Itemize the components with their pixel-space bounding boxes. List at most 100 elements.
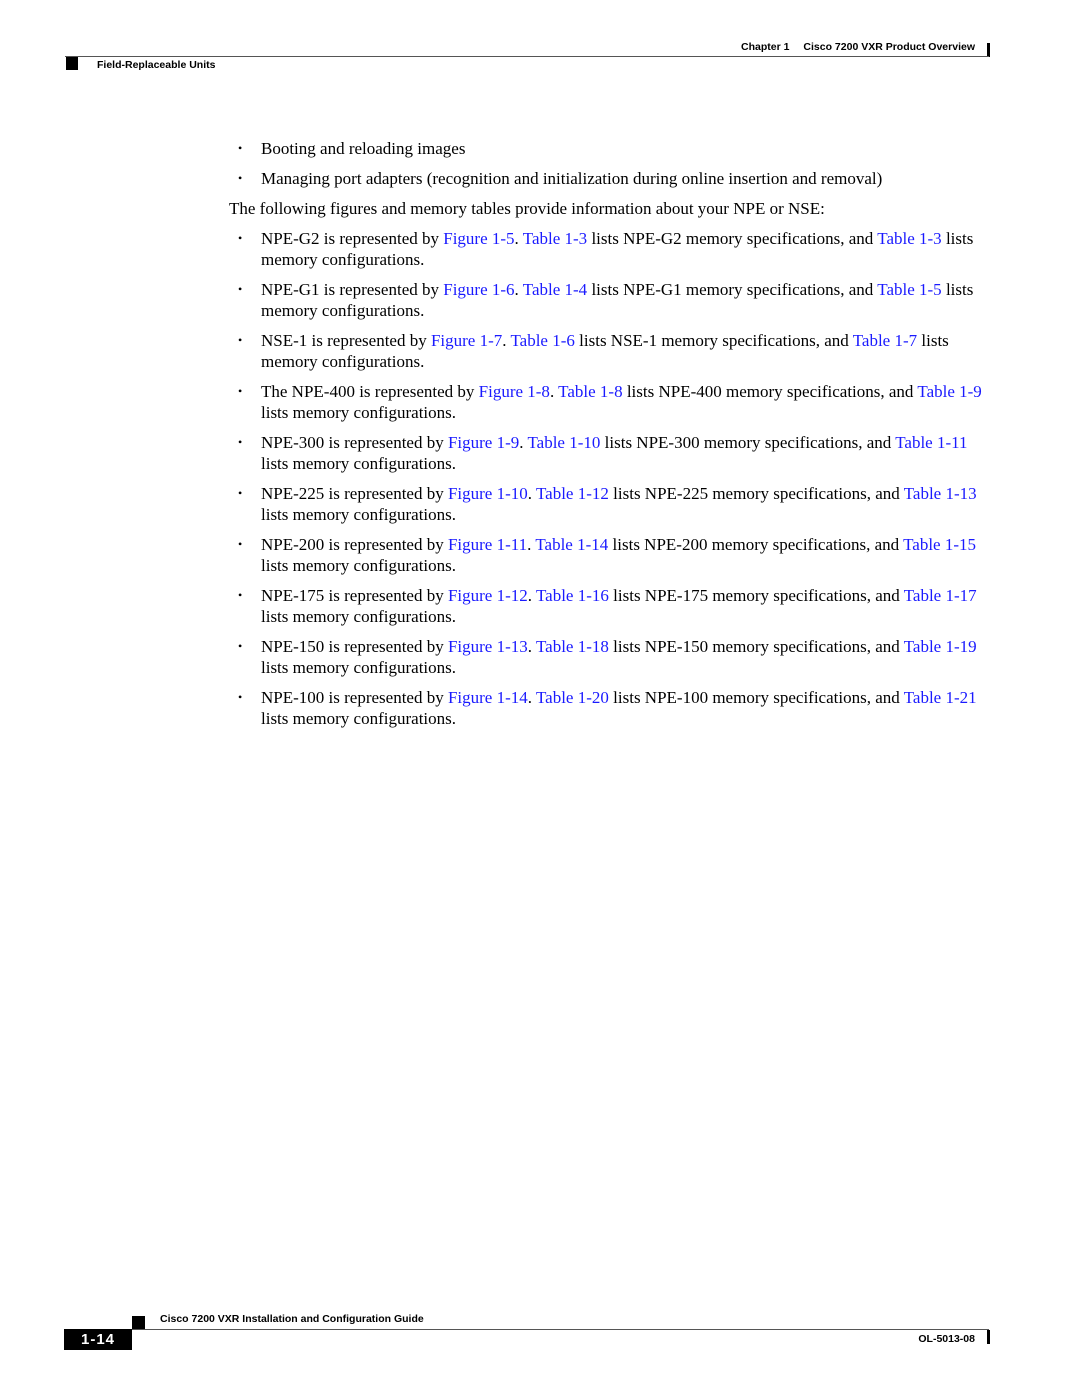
processor-list-item: • NPE-225 is represented by Figure 1-10. … [229, 483, 999, 525]
bullet-icon: • [238, 384, 243, 398]
processor-list-item: • NPE-G2 is represented by Figure 1-5. Ta… [229, 228, 999, 270]
spec-table-link[interactable]: Table 1-4 [523, 280, 587, 299]
item-text: . [527, 637, 536, 656]
figure-link[interactable]: Figure 1-11 [448, 535, 527, 554]
figure-link[interactable]: Figure 1-9 [448, 433, 519, 452]
chapter-label: Chapter 1 [740, 41, 790, 53]
figure-link[interactable]: Figure 1-5 [443, 229, 514, 248]
processor-list-item: • NPE-150 is represented by Figure 1-13. … [229, 636, 999, 678]
item-text: NPE-G1 is represented by [261, 280, 444, 299]
bullet-icon: • [238, 588, 243, 602]
processor-list-item: • NPE-300 is represented by Figure 1-9. T… [229, 432, 999, 474]
spec-table-link[interactable]: Table 1-14 [535, 535, 608, 554]
processor-list-item: • NSE-1 is represented by Figure 1-7. Tab… [229, 330, 999, 372]
figure-link[interactable]: Figure 1-6 [443, 280, 514, 299]
spec-table-link[interactable]: Table 1-6 [510, 331, 574, 350]
spec-table-link[interactable]: Table 1-16 [536, 586, 609, 605]
item-text: . [527, 688, 536, 707]
bullet-text: Managing port adapters (recognition and … [261, 169, 883, 188]
item-text: lists NPE-225 memory specifications, and [608, 484, 904, 503]
item-text: . [514, 280, 523, 299]
bullet-icon: • [238, 486, 243, 500]
processor-list-item: • NPE-100 is represented by Figure 1-14. … [229, 687, 999, 729]
item-text: NPE-300 is represented by [261, 433, 448, 452]
item-text: lists memory configurations. [261, 709, 457, 728]
processor-list-item: • NPE-200 is represented by Figure 1-11. … [229, 534, 999, 576]
figure-link[interactable]: Figure 1-13 [448, 637, 528, 656]
intro-bullet: • Managing port adapters (recognition an… [229, 168, 999, 189]
config-table-link[interactable]: Table 1-19 [904, 637, 977, 656]
footer-marker-square [132, 1316, 145, 1329]
spec-table-link[interactable]: Table 1-10 [527, 433, 600, 452]
figure-link[interactable]: Figure 1-8 [479, 382, 550, 401]
item-text: The NPE-400 is represented by [261, 382, 479, 401]
bullet-icon: • [238, 141, 243, 155]
processor-list-item: • The NPE-400 is represented by Figure 1-… [229, 381, 999, 423]
item-text: . [549, 382, 559, 401]
item-text: NPE-200 is represented by [261, 535, 448, 554]
chapter-title: Cisco 7200 VXR Product Overview [803, 41, 975, 53]
footer-marker-bar [987, 1330, 990, 1344]
bullet-icon: • [238, 537, 243, 551]
item-text: lists NPE-175 memory specifications, and [608, 586, 904, 605]
item-text: lists memory configurations. [261, 454, 457, 473]
item-text: lists NPE-400 memory specifications, and [622, 382, 918, 401]
bullet-icon: • [238, 171, 243, 185]
intro-bullet: • Booting and reloading images [229, 138, 999, 159]
config-table-link[interactable]: Table 1-5 [877, 280, 941, 299]
config-table-link[interactable]: Table 1-3 [877, 229, 941, 248]
item-text: lists NPE-100 memory specifications, and [608, 688, 904, 707]
figure-link[interactable]: Figure 1-7 [431, 331, 502, 350]
spec-table-link[interactable]: Table 1-20 [536, 688, 609, 707]
page-body: • Booting and reloading images • Managin… [229, 138, 999, 738]
config-table-link[interactable]: Table 1-13 [904, 484, 977, 503]
item-text: NPE-225 is represented by [261, 484, 448, 503]
figure-link[interactable]: Figure 1-14 [448, 688, 528, 707]
config-table-link[interactable]: Table 1-11 [895, 433, 967, 452]
config-table-link[interactable]: Table 1-15 [903, 535, 976, 554]
bullet-icon: • [238, 435, 243, 449]
guide-title: Cisco 7200 VXR Installation and Configur… [160, 1313, 424, 1325]
figure-link[interactable]: Figure 1-10 [448, 484, 528, 503]
item-text: lists memory configurations. [261, 403, 457, 422]
bullet-text: Booting and reloading images [261, 139, 466, 158]
item-text: lists NSE-1 memory specifications, and [574, 331, 853, 350]
processor-list-item: • NPE-175 is represented by Figure 1-12. … [229, 585, 999, 627]
item-text: lists memory configurations. [261, 505, 457, 524]
item-text: lists memory configurations. [261, 556, 457, 575]
item-text: lists NPE-G2 memory specifications, and [587, 229, 878, 248]
bullet-icon: • [238, 282, 243, 296]
config-table-link[interactable]: Table 1-21 [904, 688, 977, 707]
spec-table-link[interactable]: Table 1-12 [536, 484, 609, 503]
config-table-link[interactable]: Table 1-17 [904, 586, 977, 605]
header-rule [65, 56, 989, 57]
config-table-link[interactable]: Table 1-7 [853, 331, 917, 350]
item-text: lists NPE-300 memory specifications, and [600, 433, 896, 452]
spec-table-link[interactable]: Table 1-3 [523, 229, 587, 248]
bullet-icon: • [238, 333, 243, 347]
item-text: . [514, 229, 523, 248]
item-text: lists memory configurations. [261, 658, 457, 677]
running-header-chapter: Chapter 1 Cisco 7200 VXR Product Overview [741, 41, 975, 53]
header-marker-square [66, 57, 78, 70]
bullet-icon: • [238, 690, 243, 704]
figure-link[interactable]: Figure 1-12 [448, 586, 528, 605]
lead-paragraph: The following figures and memory tables … [229, 199, 825, 218]
processor-list-item: • NPE-G1 is represented by Figure 1-6. Ta… [229, 279, 999, 321]
item-text: lists NPE-G1 memory specifications, and [587, 280, 878, 299]
bullet-icon: • [238, 639, 243, 653]
config-table-link[interactable]: Table 1-9 [917, 382, 981, 401]
section-title: Field-Replaceable Units [97, 59, 216, 71]
item-text: NPE-175 is represented by [261, 586, 448, 605]
bullet-icon: • [238, 231, 243, 245]
item-text: NPE-G2 is represented by [261, 229, 444, 248]
header-marker-bar [987, 43, 990, 57]
item-text: NSE-1 is represented by [261, 331, 431, 350]
spec-table-link[interactable]: Table 1-18 [536, 637, 609, 656]
spec-table-link[interactable]: Table 1-8 [558, 382, 622, 401]
page-number: 1-14 [64, 1329, 132, 1350]
footer-rule [132, 1329, 989, 1330]
item-text: . [527, 586, 536, 605]
item-text: . [527, 484, 536, 503]
item-text: NPE-150 is represented by [261, 637, 448, 656]
